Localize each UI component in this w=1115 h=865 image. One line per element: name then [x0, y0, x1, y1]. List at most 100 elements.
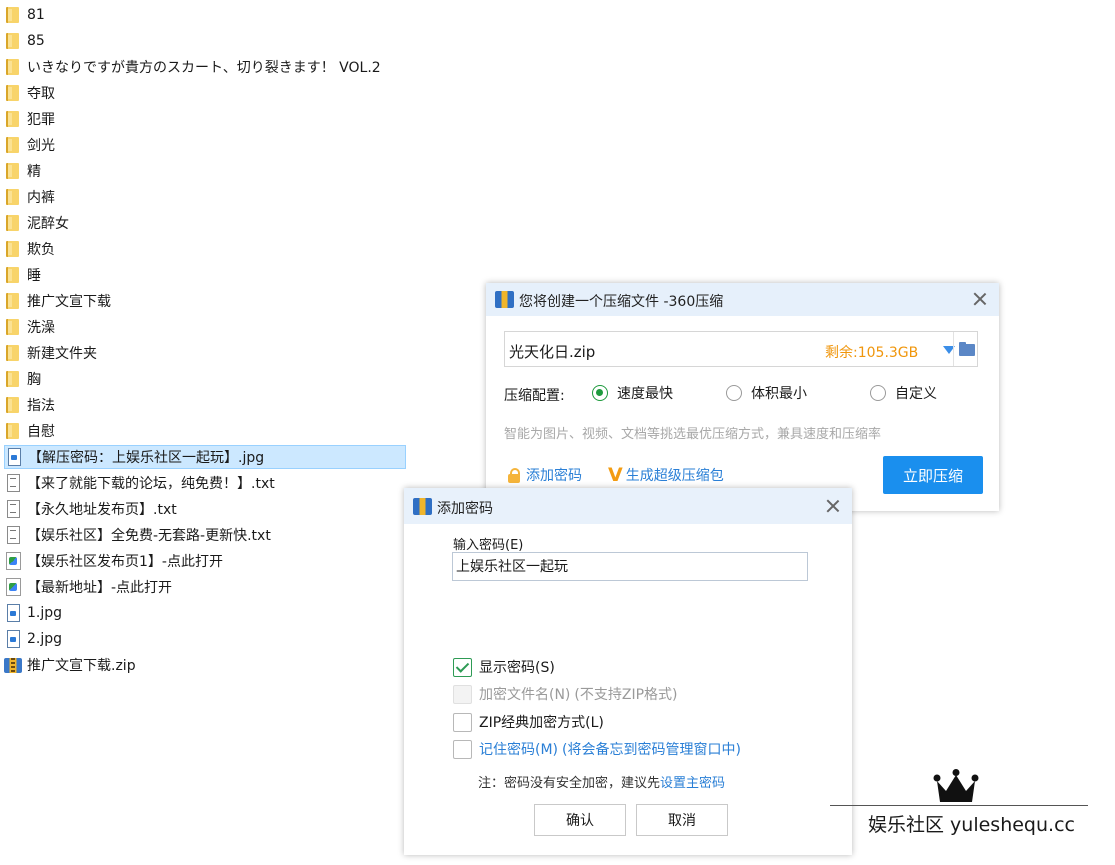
zip-classic-checkbox[interactable]: ZIP经典加密方式(L): [453, 712, 604, 732]
folder-icon: [4, 396, 22, 414]
file-name: 自慰: [27, 424, 55, 440]
folder-icon: [4, 266, 22, 284]
folder-icon: [4, 318, 22, 336]
file-row[interactable]: 推广文宣下载: [4, 289, 406, 313]
file-row[interactable]: 欺负: [4, 237, 406, 261]
add-password-link[interactable]: 添加密码: [506, 465, 582, 485]
folder-icon: [4, 344, 22, 362]
radio-dot[interactable]: [592, 385, 608, 401]
image-file-icon: [5, 448, 23, 466]
file-name: 犯罪: [27, 112, 55, 128]
compress-dialog-title: 您将创建一个压缩文件 -360压缩: [519, 294, 724, 310]
show-password-label: 显示密码(S): [479, 660, 555, 676]
360zip-app-icon: [413, 497, 432, 515]
add-password-dialog: 添加密码 输入密码(E) 上娱乐社区一起玩 显示密码(S) 加密文件名(N) (…: [404, 488, 852, 855]
compress-now-button[interactable]: 立即压缩: [883, 456, 983, 494]
super-pack-link[interactable]: V 生成超级压缩包: [608, 465, 724, 485]
file-row[interactable]: 夺取: [4, 81, 406, 105]
file-row[interactable]: いきなりですが貴方のスカート、切り裂きます！ VOL.2: [4, 55, 406, 79]
radio-dot[interactable]: [870, 385, 886, 401]
file-row[interactable]: 剑光: [4, 133, 406, 157]
radio-fastest[interactable]: 速度最快: [592, 383, 673, 403]
zip-classic-label: ZIP经典加密方式(L): [479, 715, 604, 731]
checkbox-box: [453, 684, 472, 704]
encrypt-filename-checkbox: 加密文件名(N) (不支持ZIP格式): [453, 684, 678, 704]
text-file-icon: [4, 474, 22, 492]
file-name: 欺负: [27, 242, 55, 258]
folder-icon: [4, 292, 22, 310]
password-input[interactable]: 上娱乐社区一起玩: [452, 552, 808, 581]
radio-dot[interactable]: [726, 385, 742, 401]
folder-browse-icon[interactable]: [953, 332, 980, 366]
folder-icon: [4, 370, 22, 388]
file-row[interactable]: 【娱乐社区】全免费-无套路-更新快.txt: [4, 523, 406, 547]
set-master-password-link[interactable]: 设置主密码: [660, 776, 725, 791]
file-name: 胸: [27, 372, 41, 388]
file-row[interactable]: 新建文件夹: [4, 341, 406, 365]
text-file-icon: [4, 500, 22, 518]
free-space-label: 剩余:105.3GB: [825, 345, 919, 361]
file-row[interactable]: 泥醉女: [4, 211, 406, 235]
encrypt-filename-note: (不支持ZIP格式): [574, 687, 678, 703]
file-row[interactable]: 洗澡: [4, 315, 406, 339]
folder-icon: [4, 240, 22, 258]
file-name: 夺取: [27, 86, 55, 102]
file-row[interactable]: 【娱乐社区发布页1】-点此打开: [4, 549, 406, 573]
filename-field[interactable]: 光天化日.zip 剩余:105.3GB: [504, 331, 978, 367]
folder-icon: [4, 188, 22, 206]
folder-icon: [4, 32, 22, 50]
file-row[interactable]: 【解压密码：上娱乐社区一起玩】.jpg: [4, 445, 406, 469]
file-name: 【来了就能下载的论坛，纯免费！】.txt: [27, 476, 275, 492]
file-row[interactable]: 内裤: [4, 185, 406, 209]
shortcut-icon: [4, 552, 22, 570]
radio-smallest[interactable]: 体积最小: [726, 383, 807, 403]
file-name: 【最新地址】-点此打开: [27, 580, 173, 596]
folder-icon: [4, 6, 22, 24]
filename-input[interactable]: 光天化日.zip: [509, 341, 595, 362]
file-row[interactable]: 自慰: [4, 419, 406, 443]
watermark: 娱乐社区 yuleshequ.cc: [830, 765, 1090, 845]
file-row[interactable]: 85: [4, 29, 406, 53]
compress-dialog: 您将创建一个压缩文件 -360压缩 光天化日.zip 剩余:105.3GB 压缩…: [486, 283, 999, 511]
ok-button[interactable]: 确认: [534, 804, 626, 836]
360zip-app-icon: [495, 290, 514, 308]
file-row[interactable]: 胸: [4, 367, 406, 391]
file-row[interactable]: 睡: [4, 263, 406, 287]
file-row[interactable]: 精: [4, 159, 406, 183]
remember-password-checkbox[interactable]: 记住密码(M) (将会备忘到密码管理窗口中): [453, 739, 741, 759]
file-row[interactable]: 【来了就能下载的论坛，纯免费！】.txt: [4, 471, 406, 495]
compress-hint: 智能为图片、视频、文档等挑选最优压缩方式，兼具速度和压缩率: [504, 427, 882, 442]
folder-icon: [4, 136, 22, 154]
file-row[interactable]: 指法: [4, 393, 406, 417]
radio-custom-label: 自定义: [895, 386, 937, 402]
radio-custom[interactable]: 自定义: [870, 383, 937, 403]
add-password-label: 添加密码: [526, 468, 582, 484]
file-row[interactable]: 【永久地址发布页】.txt: [4, 497, 406, 521]
close-icon[interactable]: [971, 290, 989, 308]
show-password-checkbox[interactable]: 显示密码(S): [453, 657, 555, 677]
checkbox-box[interactable]: [453, 712, 472, 732]
file-name: 新建文件夹: [27, 346, 97, 362]
file-name: 1.jpg: [27, 605, 63, 621]
file-row[interactable]: 【最新地址】-点此打开: [4, 575, 406, 599]
cancel-button[interactable]: 取消: [636, 804, 728, 836]
image-file-icon: [4, 604, 22, 622]
radio-smallest-label: 体积最小: [751, 386, 807, 402]
close-icon[interactable]: [824, 497, 842, 515]
checkbox-box[interactable]: [453, 657, 472, 677]
file-row[interactable]: 2.jpg: [4, 627, 406, 651]
file-name: 【娱乐社区发布页1】-点此打开: [27, 554, 223, 570]
file-name: 睡: [27, 268, 41, 284]
file-row[interactable]: 1.jpg: [4, 601, 406, 625]
remember-password-note: (将会备忘到密码管理窗口中): [562, 742, 741, 758]
lock-icon: [506, 467, 522, 484]
encrypt-filename-label: 加密文件名(N): [479, 687, 571, 703]
radio-fastest-label: 速度最快: [617, 386, 673, 402]
file-row[interactable]: 推广文宣下载.zip: [4, 653, 406, 677]
file-name: 内裤: [27, 190, 55, 206]
checkbox-box[interactable]: [453, 739, 472, 759]
file-row[interactable]: 犯罪: [4, 107, 406, 131]
file-name: 洗澡: [27, 320, 55, 336]
file-row[interactable]: 81: [4, 3, 406, 27]
text-file-icon: [4, 526, 22, 544]
